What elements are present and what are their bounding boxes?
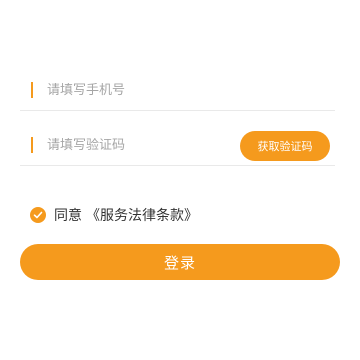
checkmark-icon [33, 211, 43, 219]
agreement-row: 同意 《服务法律条款》 [30, 205, 198, 225]
agree-checkbox[interactable] [30, 207, 46, 223]
code-field-indicator [31, 137, 33, 153]
terms-link[interactable]: 《服务法律条款》 [86, 205, 198, 225]
agree-label: 同意 [54, 208, 82, 224]
phone-field [20, 70, 335, 111]
login-button[interactable]: 登录 [20, 244, 340, 280]
login-page: 获取验证码 同意 《服务法律条款》 登录 [0, 0, 360, 360]
get-code-button[interactable]: 获取验证码 [240, 131, 330, 161]
phone-input[interactable] [47, 82, 335, 98]
phone-field-indicator [31, 82, 33, 98]
